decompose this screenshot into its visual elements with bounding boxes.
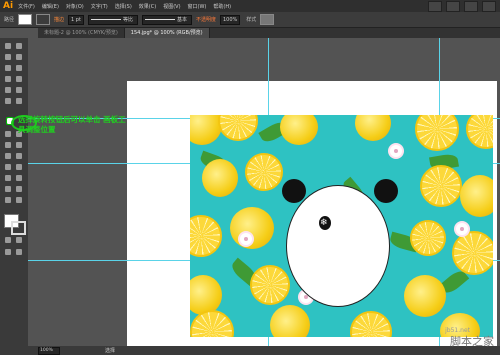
tab-document-1[interactable]: 未标题-2 @ 100% (CMYK/预览) — [38, 28, 125, 38]
arrange-icon[interactable] — [446, 1, 460, 12]
perspective-icon[interactable] — [15, 141, 23, 149]
flower-shape — [456, 223, 468, 235]
lemon-slice-shape — [350, 311, 392, 337]
lemon-shape — [355, 115, 391, 141]
opacity-label[interactable]: 不透明度 — [196, 16, 216, 23]
basic-label: 基本 — [176, 16, 187, 23]
lemon-shape — [404, 275, 446, 317]
lemon-slice-shape — [466, 115, 493, 149]
lemon-pattern-image[interactable] — [190, 115, 493, 337]
direct-selection-icon[interactable] — [15, 42, 23, 50]
stroke-swatch[interactable] — [36, 14, 51, 25]
paintbrush-icon[interactable] — [4, 86, 12, 94]
menu-file[interactable]: 文件(F) — [18, 3, 35, 10]
snowflake-eye-icon — [319, 216, 331, 230]
lemon-slice-shape — [415, 115, 459, 151]
lemon-shape — [230, 207, 274, 249]
flower-shape — [240, 233, 252, 245]
slice-icon[interactable] — [15, 185, 23, 193]
style-swatch[interactable] — [260, 14, 275, 25]
rectangle-icon[interactable] — [15, 75, 23, 83]
pen-icon[interactable] — [4, 64, 12, 72]
selection-type-label: 路径 — [4, 17, 15, 23]
tools-panel — [0, 38, 29, 346]
document-tabs: 未标题-2 @ 100% (CMYK/预览) 154.jpg* @ 100% (… — [38, 28, 500, 38]
brush-select[interactable]: 基本 — [141, 14, 192, 25]
magic-wand-icon[interactable] — [4, 53, 12, 61]
fill-swatch[interactable] — [18, 14, 33, 25]
app-logo: Ai — [3, 1, 14, 11]
bridge-icon[interactable] — [428, 1, 442, 12]
tab-document-2[interactable]: 154.jpg* @ 100% (RGB/预览) — [124, 28, 210, 38]
hand-icon[interactable] — [4, 196, 12, 204]
artboard-icon[interactable] — [4, 185, 12, 193]
stroke-label[interactable]: 描边 — [54, 16, 64, 23]
scissors-icon[interactable] — [15, 97, 23, 105]
menu-view[interactable]: 视图(V) — [163, 3, 180, 10]
line-icon[interactable] — [4, 75, 12, 83]
menu-select[interactable]: 选择(S) — [115, 3, 132, 10]
close-icon[interactable] — [482, 1, 496, 12]
flower-shape — [390, 145, 402, 157]
window-controls — [428, 1, 496, 12]
lemon-slice-shape — [452, 231, 493, 275]
eyedropper-icon[interactable] — [4, 163, 12, 171]
eraser-icon[interactable] — [4, 97, 12, 105]
menu-object[interactable]: 对象(O) — [66, 3, 84, 10]
menu-effect[interactable]: 效果(C) — [139, 3, 156, 10]
menu-type[interactable]: 文字(T) — [91, 3, 108, 10]
opacity-field[interactable]: 100% — [219, 14, 241, 25]
variable-width-select[interactable]: 等比 — [87, 14, 138, 25]
type-icon[interactable] — [15, 64, 23, 72]
annotation-text: 选择旋转按钮后可以单击 画板工具调整位置 — [18, 115, 126, 134]
lemon-slice-shape — [190, 215, 222, 257]
stroke-weight-field[interactable]: 1 pt — [68, 14, 84, 25]
menu-window[interactable]: 窗口(W) — [188, 3, 207, 10]
style-label: 样式 — [246, 17, 257, 23]
pencil-icon[interactable] — [15, 86, 23, 94]
panda-ear-right — [374, 179, 398, 203]
graph-icon[interactable] — [15, 174, 23, 182]
draw-mode-icon[interactable] — [4, 248, 12, 256]
panda-ear-left — [282, 179, 306, 203]
control-panel: 路径 描边 1 pt 等比 基本 不透明度 100% 样式 — [0, 12, 500, 28]
symbol-sprayer-icon[interactable] — [4, 174, 12, 182]
lemon-slice-shape — [420, 165, 462, 207]
width-icon[interactable] — [4, 130, 12, 138]
blend-icon[interactable] — [15, 163, 23, 171]
lemon-slice-shape — [218, 115, 258, 141]
minimize-icon[interactable] — [464, 1, 478, 12]
lemon-shape — [280, 115, 318, 145]
panda-head-graphic[interactable] — [278, 175, 400, 313]
lemon-shape — [190, 275, 222, 315]
panda-face — [286, 185, 390, 307]
status-text: 选择 — [105, 348, 116, 354]
lasso-icon[interactable] — [15, 53, 23, 61]
status-bar: 100% 选择 — [0, 346, 500, 355]
shape-builder-icon[interactable] — [4, 141, 12, 149]
lemon-shape — [202, 159, 238, 197]
mesh-icon[interactable] — [4, 152, 12, 160]
stroke-color-box[interactable] — [11, 221, 26, 235]
menu-bar: Ai 文件(F) 编辑(E) 对象(O) 文字(T) 选择(S) 效果(C) 视… — [0, 0, 500, 12]
zoom-icon[interactable] — [15, 196, 23, 204]
gradient-icon[interactable] — [15, 152, 23, 160]
menu-help[interactable]: 帮助(H) — [213, 3, 231, 10]
menu-edit[interactable]: 编辑(E) — [42, 3, 59, 10]
uniform-label: 等比 — [122, 16, 133, 23]
watermark-site: 脚本之家 — [450, 335, 494, 348]
gradient-mode-icon[interactable] — [15, 236, 23, 244]
lemon-shape — [460, 175, 493, 217]
selection-tool-icon[interactable] — [4, 42, 12, 50]
screen-mode-icon[interactable] — [15, 248, 23, 256]
zoom-field[interactable]: 100% — [38, 346, 60, 355]
stroke-profile-line-icon — [90, 18, 121, 20]
canvas-area[interactable] — [28, 38, 500, 346]
color-mode-icon[interactable] — [4, 236, 12, 244]
lemon-slice-shape — [410, 220, 446, 256]
brush-line-icon — [144, 18, 175, 20]
watermark-url: jb51.net — [445, 327, 470, 334]
